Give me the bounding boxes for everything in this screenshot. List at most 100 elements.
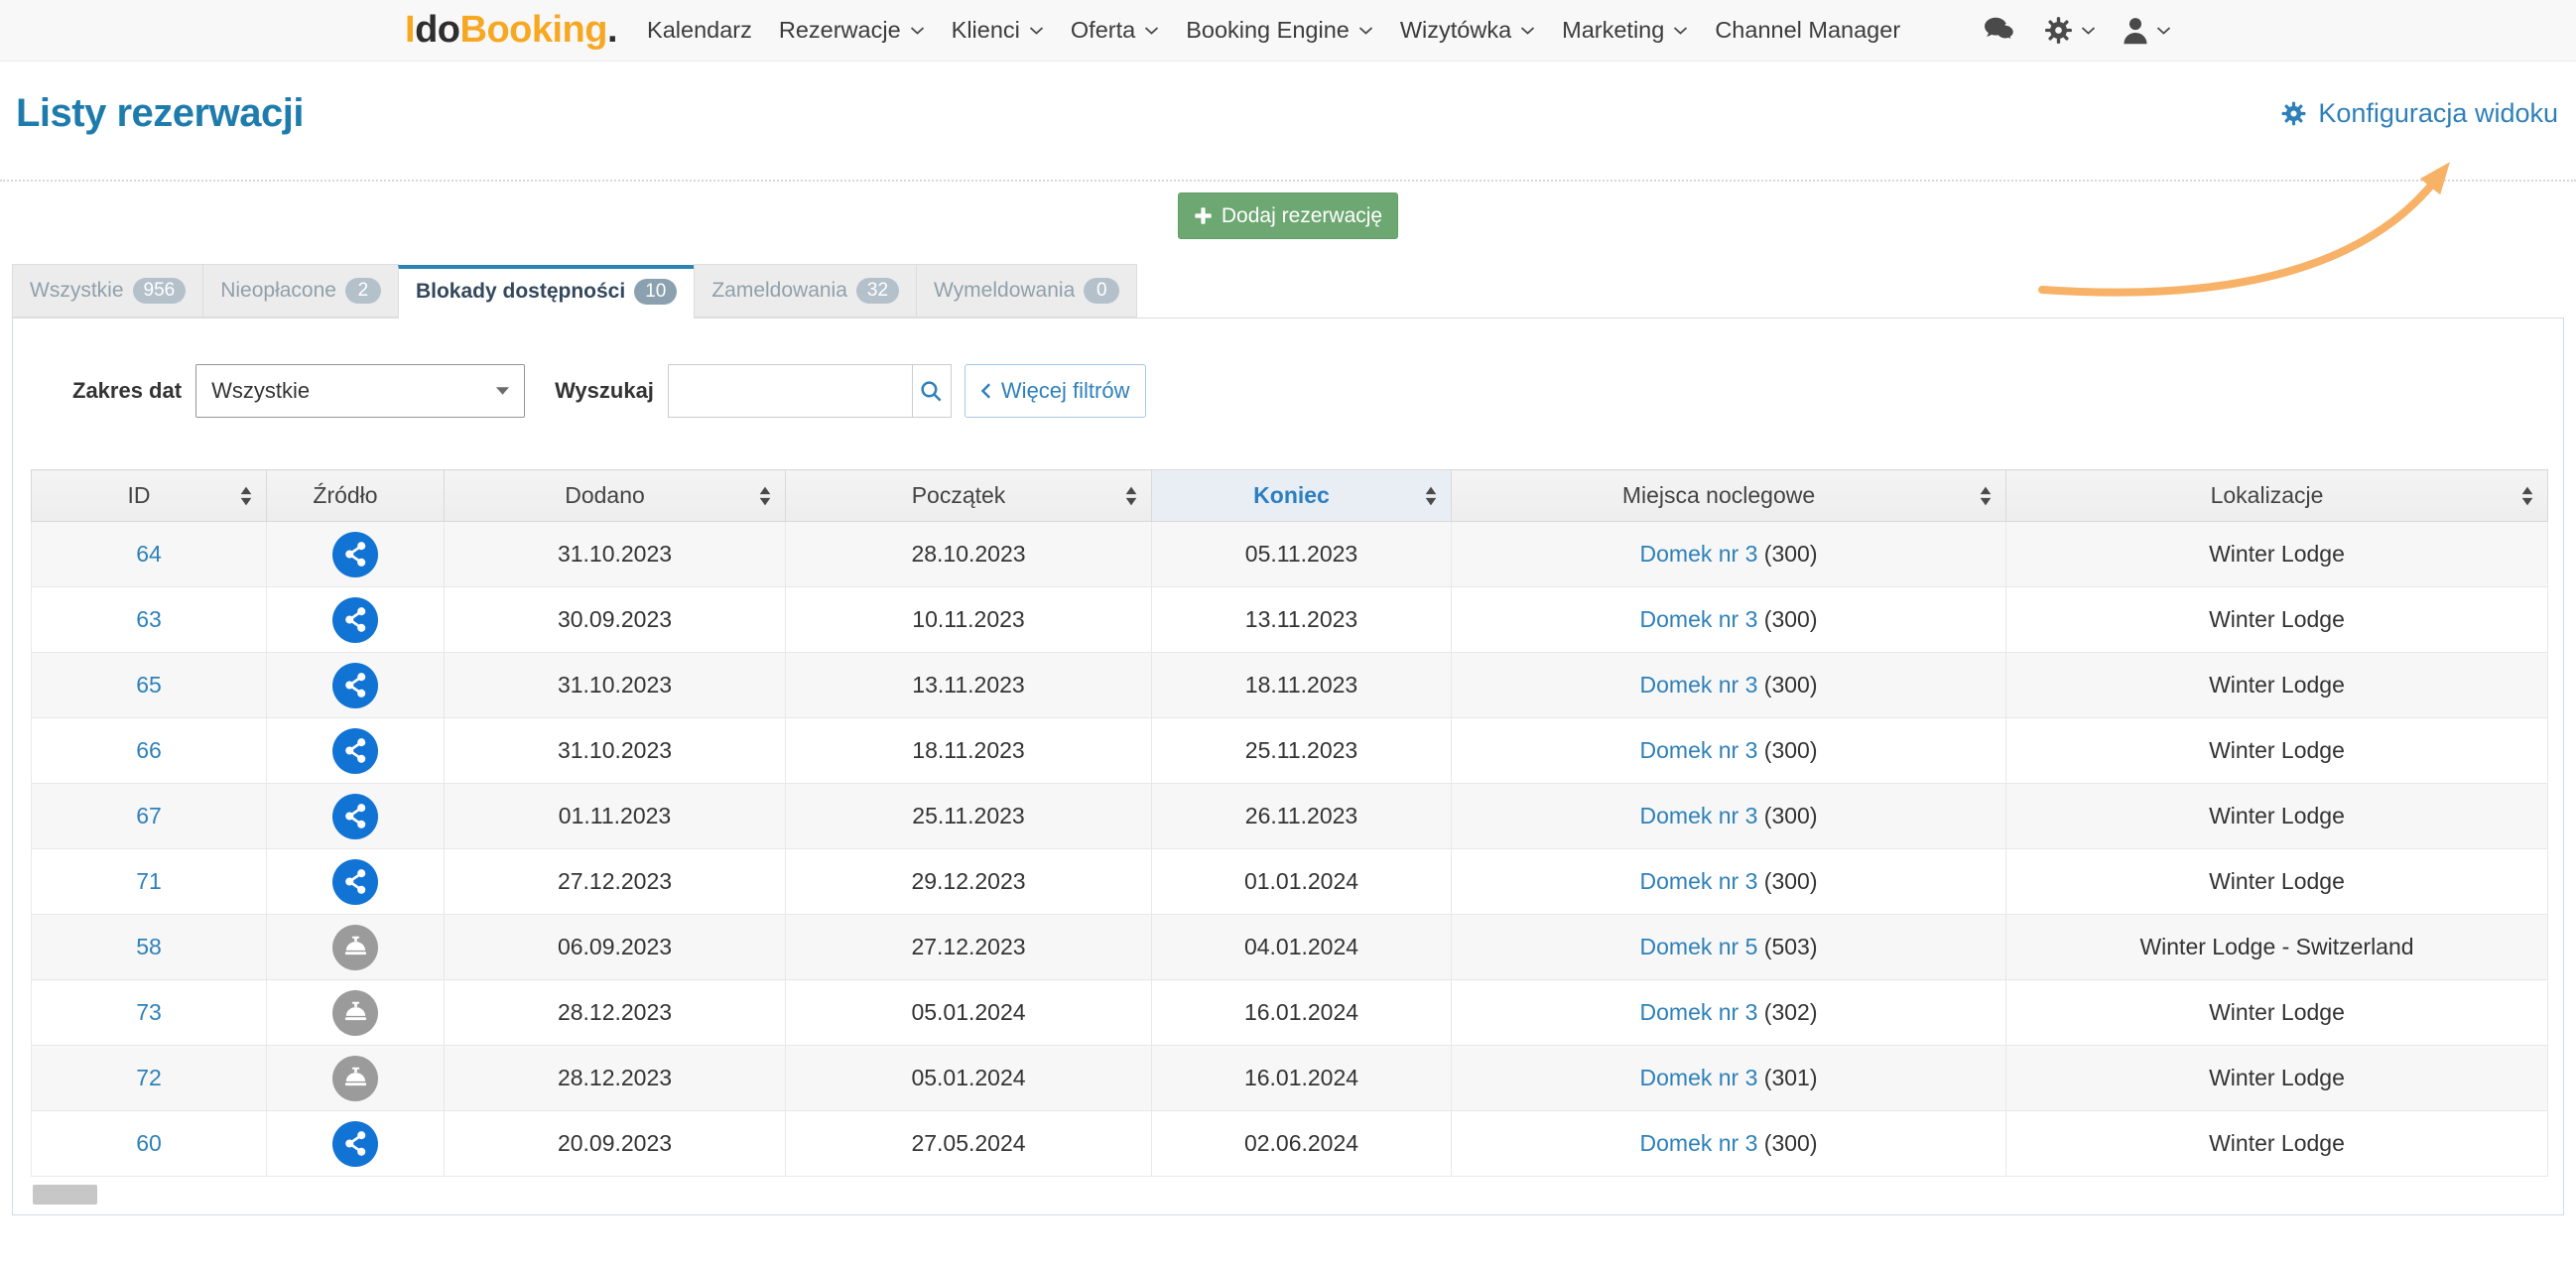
share-source-icon bbox=[332, 663, 378, 708]
search-button[interactable] bbox=[912, 364, 952, 418]
more-filters-button[interactable]: Więcej filtrów bbox=[965, 364, 1146, 418]
tab-wszystkie[interactable]: Wszystkie956 bbox=[12, 264, 203, 318]
end-date: 16.01.2024 bbox=[1244, 999, 1358, 1025]
column-header-id[interactable]: ID bbox=[32, 470, 267, 522]
column-header-poczatek[interactable]: Początek bbox=[786, 470, 1152, 522]
chevron-down-icon bbox=[1358, 26, 1373, 36]
tab-blokady-dostepnosci[interactable]: Blokady dostępności10 bbox=[398, 265, 695, 318]
add-reservation-button[interactable]: Dodaj rezerwację bbox=[1178, 192, 1398, 239]
nav-item-booking-engine[interactable]: Booking Engine bbox=[1186, 17, 1373, 44]
unit-link[interactable]: Domek nr 3 bbox=[1640, 541, 1758, 567]
column-header-label: ID bbox=[128, 482, 151, 508]
date-range-value: Wszystkie bbox=[211, 378, 310, 404]
nav-item-label: Rezerwacje bbox=[779, 17, 901, 44]
nav-item-wizytowka[interactable]: Wizytówka bbox=[1400, 17, 1535, 44]
page-title: Listy rezerwacji bbox=[16, 91, 304, 136]
reservation-id-link[interactable]: 64 bbox=[136, 541, 162, 567]
settings-menu[interactable] bbox=[2043, 15, 2096, 46]
more-filters-label: Więcej filtrów bbox=[1001, 378, 1130, 404]
unit-link[interactable]: Domek nr 3 bbox=[1640, 1065, 1758, 1090]
end-date: 05.11.2023 bbox=[1245, 541, 1357, 567]
tab-nieoplacone[interactable]: Nieopłacone2 bbox=[202, 264, 399, 318]
column-header-koniec[interactable]: Koniec bbox=[1152, 470, 1452, 522]
nav-item-channel-manager[interactable]: Channel Manager bbox=[1715, 17, 1900, 44]
column-header-label: Dodano bbox=[565, 482, 645, 508]
chevron-down-icon bbox=[1673, 26, 1688, 36]
start-date: 27.12.2023 bbox=[911, 934, 1025, 959]
chevron-down-icon bbox=[1520, 26, 1535, 36]
horizontal-scrollbar bbox=[31, 1185, 2545, 1205]
table-header-row: IDŹródłoDodanoPoczątekKoniecMiejsca nocl… bbox=[32, 470, 2548, 522]
added-date: 20.09.2023 bbox=[558, 1130, 672, 1156]
added-date: 28.12.2023 bbox=[558, 999, 672, 1025]
nav-menu: Kalendarz Rezerwacje Klienci Oferta Booking … bbox=[647, 17, 1900, 44]
sort-icon bbox=[1979, 484, 1993, 507]
app-logo[interactable]: IdoBooking. bbox=[405, 9, 617, 52]
chevron-down-icon bbox=[2081, 26, 2096, 36]
start-date: 10.11.2023 bbox=[912, 606, 1024, 632]
column-header-lokalizacje[interactable]: Lokalizacje bbox=[2006, 470, 2548, 522]
added-date: 31.10.2023 bbox=[558, 541, 672, 567]
search-input[interactable] bbox=[668, 364, 912, 418]
table-row: 7127.12.202329.12.202301.01.2024Domek nr… bbox=[32, 849, 2548, 915]
unit-link[interactable]: Domek nr 3 bbox=[1640, 803, 1758, 828]
tab-wymeldowania[interactable]: Wymeldowania0 bbox=[916, 264, 1137, 318]
end-date: 13.11.2023 bbox=[1245, 606, 1357, 632]
column-header-dodano[interactable]: Dodano bbox=[445, 470, 786, 522]
reservation-id-link[interactable]: 60 bbox=[136, 1130, 162, 1156]
location: Winter Lodge - Switzerland bbox=[2139, 934, 2413, 959]
view-configuration-link[interactable]: Konfiguracja widoku bbox=[2280, 98, 2558, 129]
column-header-label: Początek bbox=[912, 482, 1006, 508]
nav-item-oferta[interactable]: Oferta bbox=[1071, 17, 1159, 44]
nav-item-label: Booking Engine bbox=[1186, 17, 1350, 44]
share-source-icon bbox=[332, 532, 378, 577]
reservation-id-link[interactable]: 63 bbox=[136, 606, 162, 632]
unit-link[interactable]: Domek nr 3 bbox=[1640, 1130, 1758, 1156]
unit-link[interactable]: Domek nr 3 bbox=[1640, 672, 1758, 698]
scrollbar-thumb[interactable] bbox=[33, 1185, 97, 1205]
reservation-id-link[interactable]: 73 bbox=[136, 999, 162, 1025]
table-row: 7328.12.202305.01.202416.01.2024Domek nr… bbox=[32, 980, 2548, 1046]
unit-link[interactable]: Domek nr 3 bbox=[1640, 606, 1758, 632]
location: Winter Lodge bbox=[2209, 606, 2345, 632]
chevron-down-icon bbox=[2156, 26, 2171, 36]
nav-item-rezerwacje[interactable]: Rezerwacje bbox=[779, 17, 925, 44]
reservation-id-link[interactable]: 58 bbox=[136, 934, 162, 959]
unit-link[interactable]: Domek nr 3 bbox=[1640, 737, 1758, 763]
reservation-id-link[interactable]: 65 bbox=[136, 672, 162, 698]
location: Winter Lodge bbox=[2209, 541, 2345, 567]
share-source-icon bbox=[332, 794, 378, 839]
end-date: 26.11.2023 bbox=[1245, 803, 1357, 828]
tab-count-badge: 32 bbox=[856, 278, 899, 304]
user-menu[interactable] bbox=[2122, 16, 2171, 46]
tab-zameldowania[interactable]: Zameldowania32 bbox=[694, 264, 917, 318]
reservation-id-link[interactable]: 67 bbox=[136, 803, 162, 828]
nav-item-label: Marketing bbox=[1562, 17, 1664, 44]
unit-code: (300) bbox=[1764, 606, 1818, 632]
nav-item-label: Wizytówka bbox=[1400, 17, 1511, 44]
reservation-id-link[interactable]: 66 bbox=[136, 737, 162, 763]
logo-part: . bbox=[607, 9, 617, 51]
reservation-id-link[interactable]: 72 bbox=[136, 1065, 162, 1090]
nav-item-marketing[interactable]: Marketing bbox=[1562, 17, 1688, 44]
unit-code: (300) bbox=[1764, 737, 1818, 763]
nav-item-kalendarz[interactable]: Kalendarz bbox=[647, 17, 752, 44]
date-range-select[interactable]: Wszystkie bbox=[195, 364, 525, 418]
column-header-miejsca-noclegowe[interactable]: Miejsca noclegowe bbox=[1452, 470, 2006, 522]
chat-icon[interactable] bbox=[1984, 16, 2017, 46]
bell-source-icon bbox=[332, 925, 378, 970]
unit-link[interactable]: Domek nr 3 bbox=[1640, 999, 1758, 1025]
table-row: 6631.10.202318.11.202325.11.2023Domek nr… bbox=[32, 718, 2548, 784]
nav-item-klienci[interactable]: Klienci bbox=[952, 17, 1044, 44]
location: Winter Lodge bbox=[2209, 1130, 2345, 1156]
unit-link[interactable]: Domek nr 5 bbox=[1640, 934, 1758, 959]
tab-count-badge: 956 bbox=[133, 278, 187, 304]
top-nav: IdoBooking. Kalendarz Rezerwacje Klienci Of… bbox=[0, 0, 2576, 62]
unit-code: (300) bbox=[1764, 803, 1818, 828]
table-row: 6020.09.202327.05.202402.06.2024Domek nr… bbox=[32, 1111, 2548, 1177]
reservation-id-link[interactable]: 71 bbox=[136, 868, 162, 894]
unit-link[interactable]: Domek nr 3 bbox=[1640, 868, 1758, 894]
added-date: 31.10.2023 bbox=[558, 737, 672, 763]
start-date: 29.12.2023 bbox=[911, 868, 1025, 894]
search-icon bbox=[919, 379, 944, 404]
